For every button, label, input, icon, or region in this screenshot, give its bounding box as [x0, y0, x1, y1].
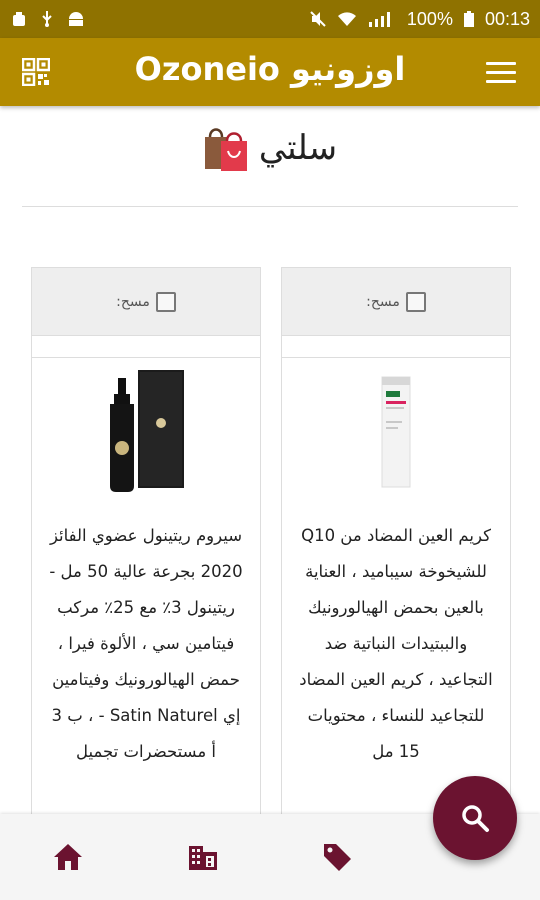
shopping-bag-icon	[204, 128, 247, 171]
status-bar: 100% 00:13	[0, 0, 540, 38]
page-title-row: سلتي	[0, 118, 540, 178]
app-title: Ozoneio اوزونيو	[134, 50, 406, 88]
search-button[interactable]	[433, 776, 517, 860]
building-icon[interactable]	[186, 840, 220, 874]
product-image[interactable]	[282, 358, 510, 508]
app-bar: Ozoneio اوزونيو	[0, 38, 540, 106]
mute-icon	[310, 11, 326, 27]
search-icon	[462, 805, 489, 832]
cart-item-card: :مسح كريم العين المضاد من Q10 للشيخوخة س…	[281, 267, 511, 827]
usb-icon	[42, 11, 52, 27]
battery-percent: 100%	[406, 8, 453, 29]
serum-bottle-image	[110, 370, 184, 492]
card-header: :مسح	[282, 268, 510, 336]
status-right: 100% 00:13	[309, 9, 530, 30]
title-divider	[22, 206, 518, 207]
wifi-icon	[337, 12, 356, 26]
status-left	[10, 10, 86, 28]
card-spacer	[282, 336, 510, 358]
tag-icon[interactable]	[320, 840, 354, 874]
battery-icon	[463, 11, 474, 27]
home-icon[interactable]	[51, 840, 85, 874]
remove-checkbox[interactable]	[155, 291, 176, 312]
notification-icon	[13, 12, 25, 26]
card-header: :مسح	[32, 268, 260, 336]
android-icon	[69, 12, 83, 26]
page-title: سلتي	[258, 128, 338, 168]
clock: 00:13	[484, 8, 530, 29]
signal-icon	[368, 12, 390, 27]
card-spacer	[32, 336, 260, 358]
menu-icon[interactable]	[486, 62, 516, 84]
remove-label: :مسح	[116, 293, 150, 310]
remove-checkbox[interactable]	[405, 291, 426, 312]
product-description: سيروم ريتينول عضوي الفائز 2020 بجرعة عال…	[49, 526, 243, 761]
product-image[interactable]	[32, 358, 260, 508]
eye-cream-tube-image	[381, 376, 411, 488]
cart-item-card: :مسح سيروم ريتينول عضوي الفائز 2020 بجرع…	[31, 267, 261, 827]
product-description: كريم العين المضاد من Q10 للشيخوخة سيبامي…	[299, 526, 493, 761]
remove-label: :مسح	[366, 293, 400, 310]
